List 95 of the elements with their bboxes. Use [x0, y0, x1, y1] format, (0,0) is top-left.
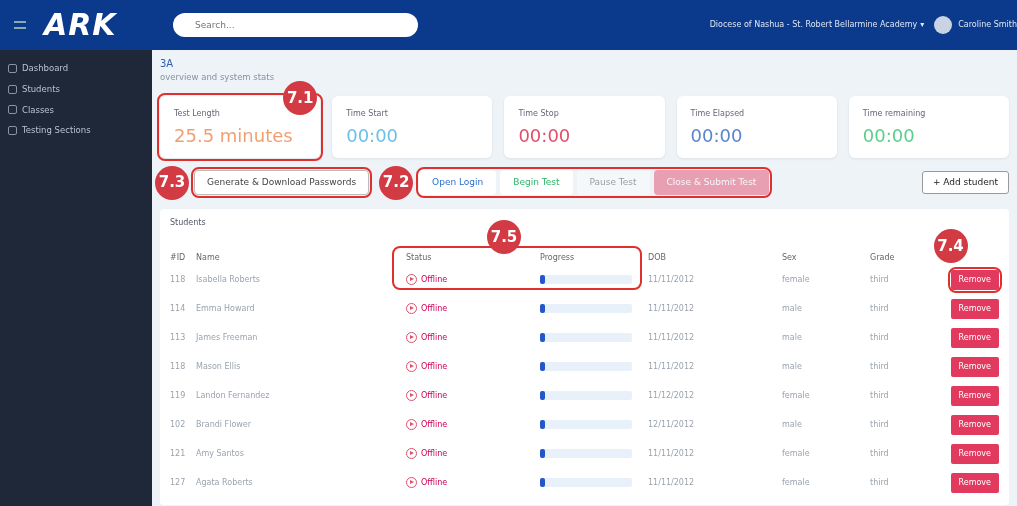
page-subtitle: overview and system stats — [160, 71, 276, 84]
table-cell-text: female — [782, 476, 811, 489]
sidebar-item[interactable]: Students — [0, 78, 152, 100]
table-cell-text: 11/11/2012 — [648, 273, 696, 286]
table-cell-text: Agata Roberts — [196, 476, 254, 489]
sidebar-item[interactable]: Dashboard — [0, 58, 152, 79]
stat-value: 25.5 minutes — [174, 123, 293, 148]
column-header: DOB — [648, 252, 667, 265]
status-text: Offline — [421, 273, 448, 286]
search-field[interactable]: Search... — [173, 13, 418, 37]
status-text: Offline — [421, 389, 448, 402]
action-button[interactable]: Generate & Download Passwords — [194, 169, 370, 196]
status-text: Offline — [421, 360, 448, 373]
table-cell-text: female — [782, 273, 811, 286]
status-text: Offline — [421, 331, 448, 344]
table-cell-text: Isabella Roberts — [196, 273, 261, 286]
avatar-icon — [934, 16, 953, 34]
callout-badge: 7.1 — [283, 80, 318, 115]
table-cell-text: 119 — [170, 389, 187, 402]
sidebar-item[interactable]: Classes — [0, 99, 152, 121]
table-cell-text: Mason Ellis — [196, 360, 242, 373]
remove-button[interactable]: Remove — [950, 472, 999, 493]
menu-icon[interactable] — [14, 21, 26, 29]
table-cell-text: third — [870, 447, 890, 460]
table-cell-text: 11/11/2012 — [648, 302, 696, 315]
logo: ARK — [44, 10, 118, 40]
table-cell-text: third — [870, 389, 890, 402]
table-cell-text: Emma Howard — [196, 302, 256, 315]
stat-label: Test Length — [174, 107, 220, 120]
status-text: Offline — [421, 447, 448, 460]
card-title: Students — [170, 217, 206, 230]
stat-label: Time Elapsed — [690, 107, 745, 120]
table-cell-text: Amy Santos — [196, 447, 245, 460]
table-cell-text: 11/11/2012 — [648, 360, 696, 373]
table-cell-text: 12/11/2012 — [648, 418, 696, 431]
table-cell-text: Brandi Flower — [196, 418, 253, 431]
remove-button[interactable]: Remove — [950, 356, 999, 377]
table-cell-text: 113 — [170, 331, 187, 344]
sidebar-item[interactable]: Testing Sections — [0, 120, 152, 141]
column-header: Status — [406, 252, 433, 265]
table-cell-text: 121 — [170, 447, 187, 460]
remove-button[interactable]: Remove — [950, 298, 999, 319]
table-cell-text: 118 — [170, 360, 187, 373]
table-cell-text: third — [870, 418, 890, 431]
column-header: #ID — [170, 252, 187, 265]
table-cell-text: 11/12/2012 — [648, 389, 696, 402]
status-text: Offline — [421, 418, 448, 431]
action-button[interactable]: Open Login — [419, 169, 497, 196]
callout-badge: 7.2 — [379, 165, 414, 200]
table-cell-text: 11/11/2012 — [648, 331, 696, 344]
table-cell-text: third — [870, 476, 890, 489]
action-button[interactable]: Begin Test — [500, 169, 573, 196]
remove-button[interactable]: Remove — [950, 385, 999, 406]
stat-value: 00:00 — [346, 123, 399, 148]
table-cell-text: male — [782, 360, 803, 373]
table-cell-text: female — [782, 447, 811, 460]
table-cell-text: third — [870, 273, 890, 286]
status-text: Offline — [421, 476, 448, 489]
table-cell-text: third — [870, 331, 890, 344]
table-cell-text: third — [870, 302, 890, 315]
stat-value: 00:00 — [518, 123, 571, 148]
table-cell-text: 127 — [170, 476, 187, 489]
page-title: 3A — [160, 57, 175, 71]
column-header: Progress — [540, 252, 576, 265]
status-text: Offline — [421, 302, 448, 315]
stat-value: 00:00 — [690, 123, 743, 148]
table-cell-text: male — [782, 302, 803, 315]
stat-value: 00:00 — [862, 123, 915, 148]
table-cell-text: 118 — [170, 273, 187, 286]
column-header: Sex — [782, 252, 798, 265]
stat-label: Time Start — [346, 107, 388, 120]
remove-button[interactable]: Remove — [950, 269, 999, 290]
table-cell-text: 11/11/2012 — [648, 447, 696, 460]
callout-badge: 7.3 — [155, 165, 189, 200]
user-name[interactable]: Caroline Smith — [958, 19, 1017, 31]
remove-button[interactable]: Remove — [950, 414, 999, 435]
table-cell-text: 114 — [170, 302, 187, 315]
table-cell-text: James Freeman — [196, 331, 259, 344]
column-header: Grade — [870, 252, 896, 265]
callout-outline — [947, 266, 1002, 293]
table-cell-text: male — [782, 418, 803, 431]
remove-button[interactable]: Remove — [950, 443, 999, 464]
table-cell-text: third — [870, 360, 890, 373]
table-cell-text: 11/11/2012 — [648, 476, 696, 489]
column-header: Name — [196, 252, 221, 265]
add-student-button[interactable]: + Add student — [921, 170, 1009, 195]
table-cell-text: Landon Fernandez — [196, 389, 271, 402]
stat-label: Time remaining — [862, 107, 926, 120]
organization-dropdown[interactable]: Diocese of Nashua - St. Robert Bellarmine Academy — [709, 19, 918, 31]
table-cell-text: male — [782, 331, 803, 344]
table-cell-text: female — [782, 389, 811, 402]
table-cell-text: 102 — [170, 418, 187, 431]
remove-button[interactable]: Remove — [950, 327, 999, 348]
stat-label: Time Stop — [518, 107, 559, 120]
caret-icon[interactable]: ▾ — [920, 19, 925, 31]
